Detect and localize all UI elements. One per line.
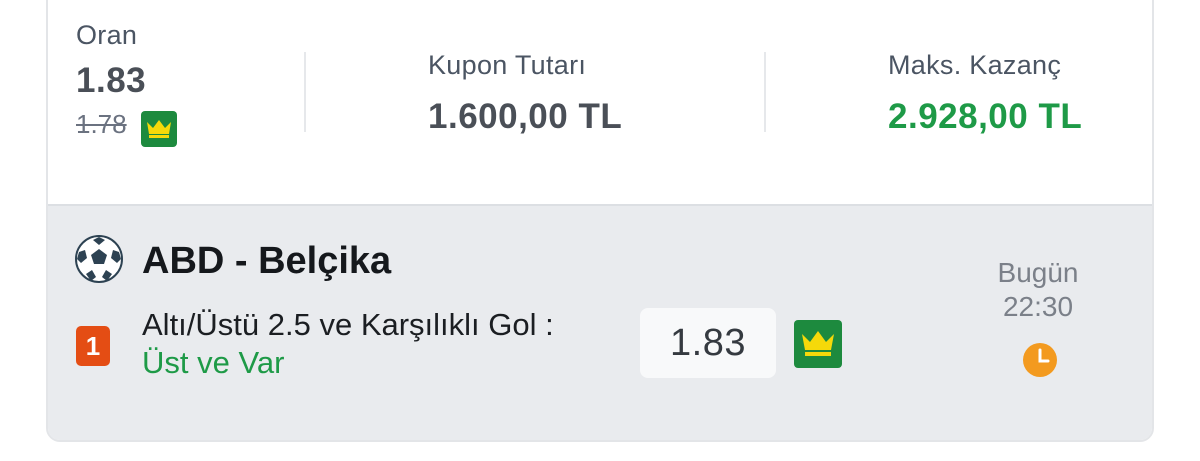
match-teams: ABD - Belçika: [142, 240, 392, 282]
max-win-column: Maks. Kazanç 2.928,00 TL: [888, 50, 1082, 137]
selection-text: Üst ve Var: [142, 345, 285, 380]
clock-icon: [1022, 342, 1058, 383]
market-text: Altı/Üstü 2.5 ve Karşılıklı Gol :: [142, 307, 554, 342]
odds-column: Oran 1.83 1.78: [76, 20, 178, 147]
odds-value: 1.83: [76, 61, 147, 100]
summary-divider: [304, 52, 306, 132]
match-time: 22:30: [1002, 291, 1074, 322]
max-win-label: Maks. Kazanç: [888, 50, 1062, 80]
soccer-ball-icon: [74, 234, 124, 289]
market-description: Altı/Üstü 2.5 ve Karşılıklı Gol : Üst ve…: [142, 306, 602, 382]
stake-label: Kupon Tutarı: [428, 50, 587, 80]
pick-number-badge: 1: [76, 326, 110, 366]
stake-column: Kupon Tutarı 1.600,00 TL: [428, 50, 622, 137]
crown-icon: [794, 320, 842, 368]
stake-value: 1.600,00 TL: [428, 97, 623, 136]
match-selection[interactable]: ABD - Belçika 1 Altı/Üstü 2.5 ve Karşılı…: [48, 204, 1152, 440]
max-win-value: 2.928,00 TL: [888, 97, 1083, 136]
selection-odds[interactable]: 1.83: [640, 308, 776, 378]
odds-label: Oran: [76, 20, 138, 50]
crown-icon: [141, 110, 178, 147]
coupon-summary: Oran 1.83 1.78 Kupon Tutarı 1.600,00 TL …: [48, 2, 1152, 202]
coupon-card: Oran 1.83 1.78 Kupon Tutarı 1.600,00 TL …: [46, 0, 1154, 442]
match-day: Bugün: [997, 257, 1079, 288]
old-odds-value: 1.78: [76, 109, 127, 139]
summary-divider: [764, 52, 766, 132]
match-date: Bugün 22:30: [968, 256, 1108, 324]
